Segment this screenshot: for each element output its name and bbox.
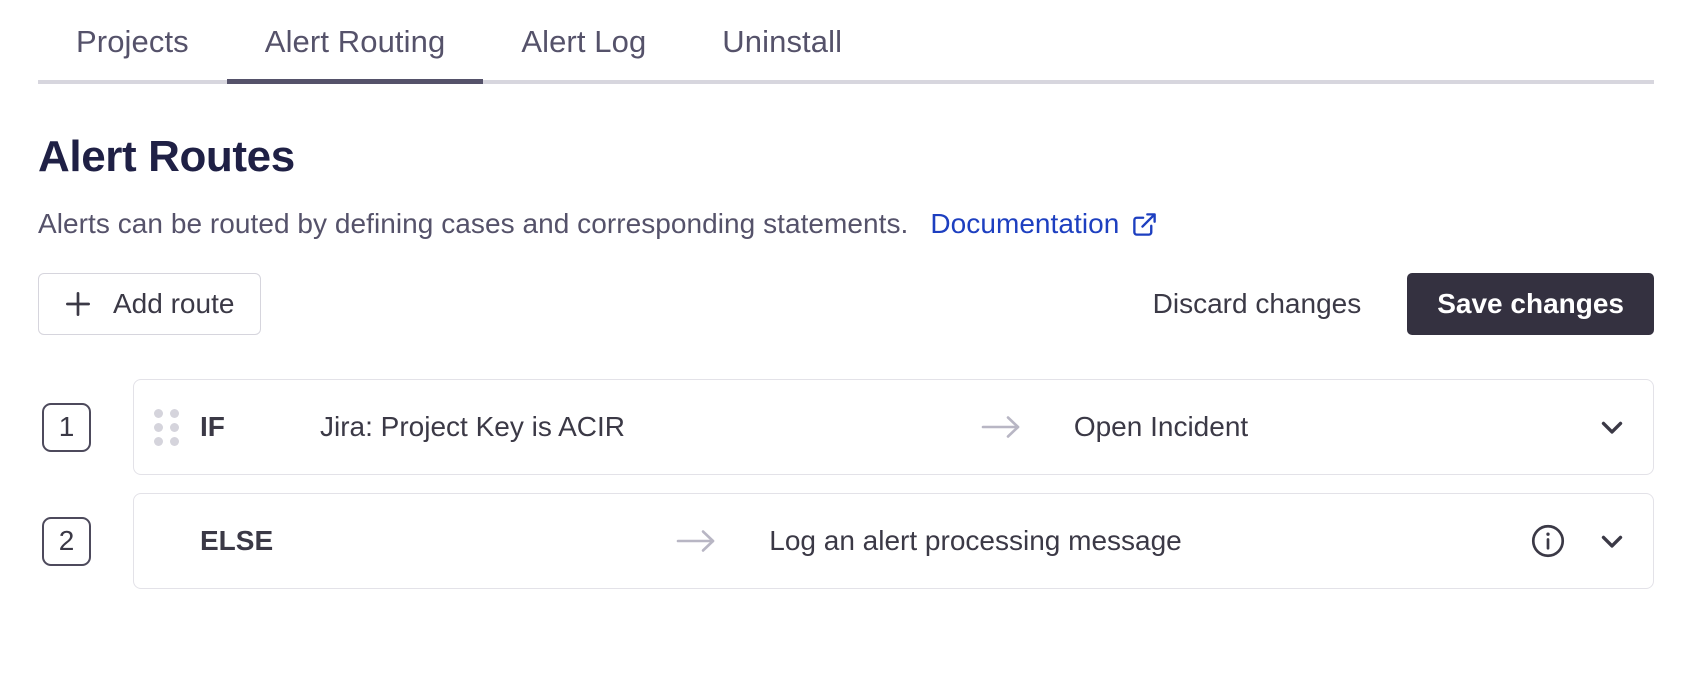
route-index-label: 1 [58,411,75,442]
add-route-button[interactable]: Add route [38,273,262,335]
action-toolbar-right: Discard changes Save changes [1127,273,1654,335]
documentation-link-label: Documentation [930,208,1120,239]
tab-projects[interactable]: Projects [38,0,227,84]
external-link-icon [1131,211,1158,238]
route-row: 1 IF Jira: Project Key is ACIR Open Inci… [38,379,1654,475]
tab-label: Alert Log [521,24,647,59]
arrow-right-icon [667,527,727,555]
chevron-down-icon[interactable] [1595,524,1629,558]
tab-uninstall[interactable]: Uninstall [684,0,880,84]
route-list: 1 IF Jira: Project Key is ACIR Open Inci… [38,379,1654,589]
page-description: Alerts can be routed by defining cases a… [38,208,909,239]
page-title: Alert Routes [38,132,295,181]
route-keyword: IF [200,411,225,442]
discard-changes-button[interactable]: Discard changes [1127,273,1388,335]
route-tools [1529,522,1629,560]
chevron-down-icon[interactable] [1595,410,1629,444]
route-index-label: 2 [58,525,75,556]
route-condition: Jira: Project Key is ACIR [320,411,625,442]
action-toolbar: Add route Discard changes Save changes [38,273,1654,335]
arrow-right-icon [972,413,1032,441]
tab-alert-routing[interactable]: Alert Routing [226,0,484,84]
route-action: Open Incident [1073,411,1249,442]
add-route-label: Add route [113,288,235,319]
tab-label: Uninstall [722,24,843,59]
tab-list: Projects Alert Routing Alert Log Uninsta… [38,0,880,84]
page-body: Alert Routes Alerts can be routed by def… [0,132,1692,589]
save-changes-button[interactable]: Save changes [1407,273,1654,335]
tab-alert-log[interactable]: Alert Log [483,0,684,84]
tab-bar: Projects Alert Routing Alert Log Uninsta… [0,0,1692,84]
discard-changes-label: Discard changes [1152,288,1362,319]
page-description-row: Alerts can be routed by defining cases a… [38,208,1654,240]
documentation-link[interactable]: Documentation [930,208,1158,240]
route-keyword: ELSE [200,525,274,556]
tab-label: Projects [76,24,189,59]
route-index-badge: 2 [42,516,91,566]
save-changes-label: Save changes [1437,288,1624,319]
route-card-1[interactable]: IF Jira: Project Key is ACIR Open Incide… [133,379,1654,475]
tab-label: Alert Routing [264,24,446,59]
plus-icon [61,287,95,321]
route-index-badge: 1 [42,402,91,452]
route-action: Log an alert processing message [769,525,1182,556]
drag-handle-icon[interactable] [154,408,180,446]
info-circle-icon[interactable] [1529,522,1567,560]
route-row: 2 ELSE Log an alert processing message [38,493,1654,589]
route-card-2[interactable]: ELSE Log an alert processing message [133,493,1654,589]
route-tools [1595,410,1629,444]
